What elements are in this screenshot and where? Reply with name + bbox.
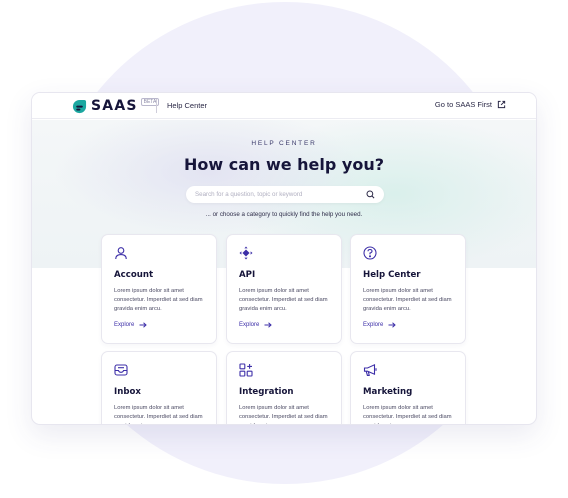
category-description: Lorem ipsum dolor sit amet consectetur. … xyxy=(114,405,203,424)
hero-subnote: ... or choose a category to quickly find… xyxy=(205,211,363,218)
arrow-right-icon xyxy=(264,322,273,328)
category-title: Account xyxy=(114,270,154,280)
category-description: Lorem ipsum dolor sit amet consectetur. … xyxy=(114,288,203,313)
explore-link[interactable]: Explore xyxy=(363,322,397,328)
category-card-inbox[interactable]: Inbox Lorem ipsum dolor sit amet consect… xyxy=(101,351,217,424)
category-description: Lorem ipsum dolor sit amet consectetur. … xyxy=(239,288,328,313)
topbar-divider xyxy=(156,99,157,113)
api-icon xyxy=(239,246,253,260)
external-link-icon xyxy=(497,100,506,109)
explore-link[interactable]: Explore xyxy=(114,322,148,328)
explore-label: Explore xyxy=(239,322,260,328)
hero-headline: How can we help you? xyxy=(183,155,385,174)
megaphone-icon xyxy=(363,363,377,376)
category-title: Inbox xyxy=(114,387,141,397)
search-icon[interactable] xyxy=(366,190,375,199)
user-icon xyxy=(115,247,127,260)
explore-label: Explore xyxy=(114,322,135,328)
explore-label: Explore xyxy=(363,322,384,328)
explore-link[interactable]: Explore xyxy=(239,322,273,328)
brand-logo[interactable]: SAAS BETA xyxy=(72,98,160,114)
help-center-nav-link[interactable]: Help Center xyxy=(167,101,207,110)
logo-mark-icon xyxy=(72,99,87,113)
category-card-integration[interactable]: Integration Lorem ipsum dolor sit amet c… xyxy=(226,351,342,424)
category-description: Lorem ipsum dolor sit amet consectetur. … xyxy=(239,405,328,424)
arrow-right-icon xyxy=(139,322,148,328)
category-title: Integration xyxy=(239,387,294,397)
go-to-app-link[interactable]: Go to SAAS First xyxy=(435,100,506,109)
category-title: Marketing xyxy=(363,387,413,397)
category-description: Lorem ipsum dolor sit amet consectetur. … xyxy=(363,288,452,313)
category-card-account[interactable]: Account Lorem ipsum dolor sit amet conse… xyxy=(101,234,217,344)
category-card-api[interactable]: API Lorem ipsum dolor sit amet consectet… xyxy=(226,234,342,344)
integration-icon xyxy=(239,363,253,377)
hero-kicker: HELP CENTER xyxy=(251,140,317,147)
browser-window: SAAS BETA Help Center Go to SAAS First H… xyxy=(31,92,537,425)
category-title: Help Center xyxy=(363,270,421,280)
arrow-right-icon xyxy=(388,322,397,328)
search-input[interactable]: Search for a question, topic or keyword xyxy=(186,186,384,203)
category-title: API xyxy=(239,270,256,280)
category-card-marketing[interactable]: Marketing Lorem ipsum dolor sit amet con… xyxy=(350,351,466,424)
search-placeholder: Search for a question, topic or keyword xyxy=(195,191,303,198)
category-description: Lorem ipsum dolor sit amet consectetur. … xyxy=(363,405,452,424)
top-navigation-bar: SAAS BETA Help Center Go to SAAS First xyxy=(32,93,536,119)
category-card-help-center[interactable]: Help Center Lorem ipsum dolor sit amet c… xyxy=(350,234,466,344)
inbox-icon xyxy=(114,364,128,376)
brand-name: SAAS xyxy=(91,98,138,114)
question-icon xyxy=(363,246,377,260)
go-to-app-label: Go to SAAS First xyxy=(434,100,492,109)
